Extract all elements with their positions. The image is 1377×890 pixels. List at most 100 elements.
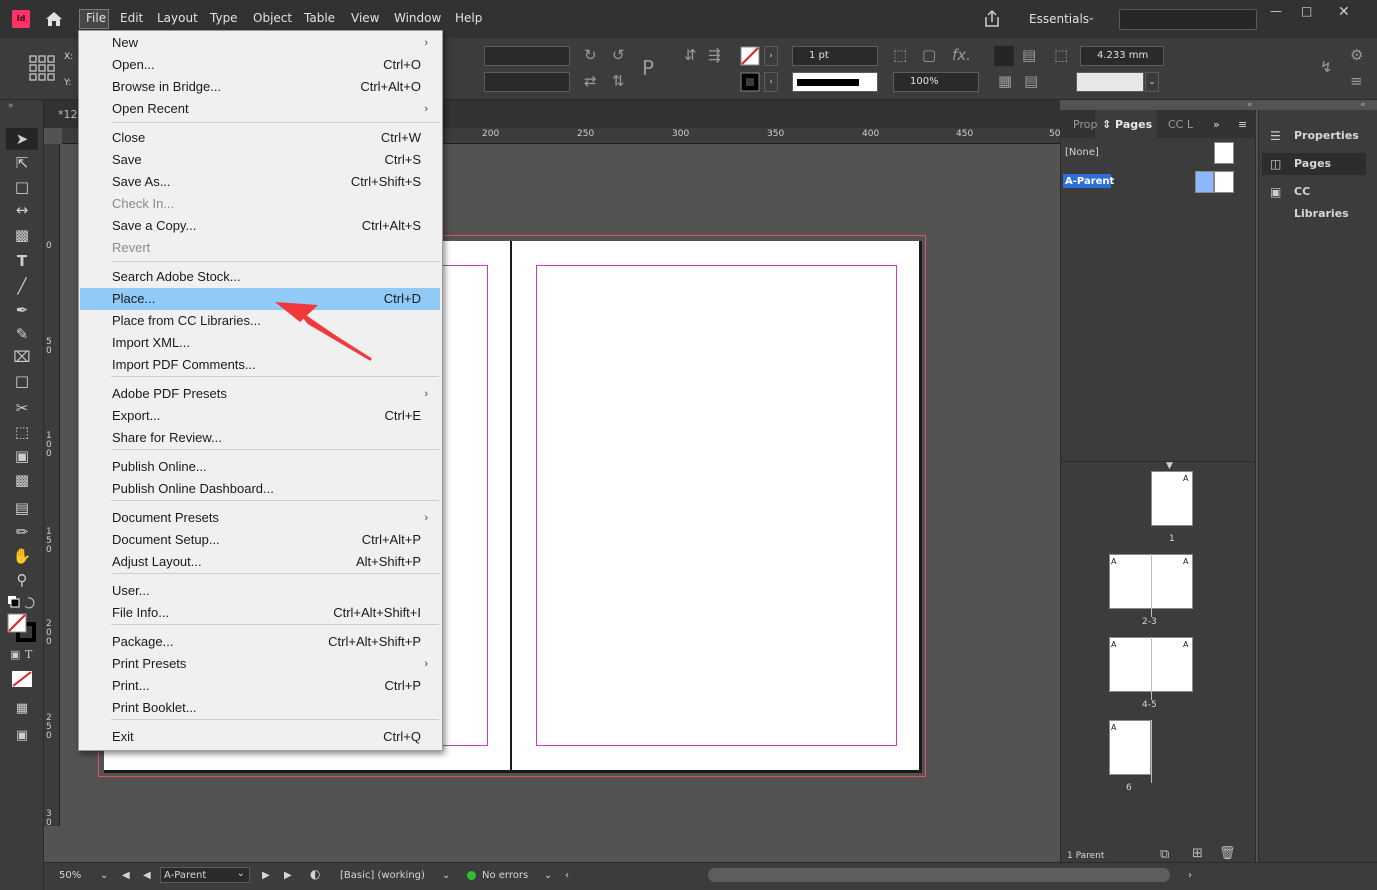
document-tab[interactable]: *12 xyxy=(58,108,78,121)
default-swap-icon[interactable] xyxy=(6,594,38,610)
flip-vertical-icon[interactable]: ⇅ xyxy=(612,72,625,90)
apply-none-icon[interactable] xyxy=(10,669,34,689)
menu-item-open-recent[interactable]: Open Recent › xyxy=(80,98,440,120)
workspace-switcher[interactable]: Essentials xyxy=(1029,12,1089,26)
menu-item-print-presets[interactable]: Print Presets › xyxy=(80,653,440,675)
frame-fitting-icon[interactable]: ⬚ xyxy=(893,46,907,64)
menu-item-import-pdf-comments[interactable]: Import PDF Comments... xyxy=(80,354,440,376)
page-select[interactable]: A-Parent ⌄ xyxy=(160,867,250,883)
rotation-field[interactable] xyxy=(484,46,570,66)
menu-item-new[interactable]: New › xyxy=(80,32,440,54)
hand-tool-icon[interactable]: ✋ xyxy=(10,546,34,566)
menu-item-save[interactable]: Save Ctrl+S xyxy=(80,149,440,171)
pencil-tool-icon[interactable]: ✎ xyxy=(10,324,34,344)
gear-icon[interactable]: ⚙ xyxy=(1350,46,1363,64)
chevron-down-icon[interactable]: ⌄ xyxy=(1087,12,1095,23)
menu-item-import-xml[interactable]: Import XML... xyxy=(80,332,440,354)
line-tool-icon[interactable]: ╱ xyxy=(10,276,34,296)
tab-properties[interactable]: Prop xyxy=(1073,118,1097,131)
menu-layout[interactable]: Layout xyxy=(157,11,198,25)
eyedropper-tool-icon[interactable]: ✏ xyxy=(10,522,34,542)
dock-pages[interactable]: ◫ Pages xyxy=(1262,153,1366,175)
auto-fit-icon[interactable]: ▦ xyxy=(998,72,1012,90)
parent-none[interactable]: [None] xyxy=(1065,147,1099,158)
chevron-down-icon[interactable]: ⌄ xyxy=(544,870,552,881)
note-tool-icon[interactable]: ▤ xyxy=(10,498,34,518)
close-icon[interactable]: ✕ xyxy=(1338,4,1350,20)
panel-menu-icon[interactable]: ≡ xyxy=(1238,118,1247,131)
dock-properties[interactable]: ☰ Properties xyxy=(1262,125,1366,147)
parent-a-thumb-left[interactable] xyxy=(1195,171,1214,193)
menu-item-print-booklet[interactable]: Print Booklet... xyxy=(80,697,440,719)
effects-icon[interactable]: fx. xyxy=(952,46,971,64)
horizontal-scrollbar[interactable] xyxy=(708,868,1170,882)
shear-field[interactable] xyxy=(484,72,570,92)
menu-file[interactable]: File xyxy=(86,11,106,25)
menu-item-close[interactable]: Close Ctrl+W xyxy=(80,127,440,149)
minimize-icon[interactable]: — xyxy=(1270,4,1282,18)
menu-item-print[interactable]: Print... Ctrl+P xyxy=(80,675,440,697)
menu-item-file-info[interactable]: File Info... Ctrl+Alt+Shift+I xyxy=(80,602,440,624)
screen-mode-icon[interactable]: ▣ xyxy=(10,726,34,746)
home-icon[interactable] xyxy=(44,9,64,29)
text-wrap-none-icon[interactable] xyxy=(994,46,1014,66)
content-fit-icon[interactable]: ▢ xyxy=(922,46,936,64)
fill-dropdown[interactable]: › xyxy=(764,46,778,66)
menu-item-user[interactable]: User... xyxy=(80,580,440,602)
scissors-tool-icon[interactable]: ✂ xyxy=(10,398,34,418)
menu-type[interactable]: Type xyxy=(210,11,238,25)
lightning-icon[interactable]: ↯ xyxy=(1320,58,1333,76)
stroke-type-select[interactable] xyxy=(792,72,878,92)
menu-item-save-as[interactable]: Save As... Ctrl+Shift+S xyxy=(80,171,440,193)
more-tabs-icon[interactable]: » xyxy=(1213,118,1220,131)
tab-cc-libraries[interactable]: CC L xyxy=(1168,118,1193,131)
align-bottom-icon[interactable]: ▤ xyxy=(1024,72,1038,90)
view-mode-icon[interactable]: ▦ xyxy=(10,699,34,719)
rectangle-frame-tool-icon[interactable]: ⌧ xyxy=(10,347,34,367)
preflight-icon[interactable]: ◐ xyxy=(310,867,320,881)
menu-item-save-a-copy[interactable]: Save a Copy... Ctrl+Alt+S xyxy=(80,215,440,237)
dock-cc-libraries[interactable]: ▣ CC Libraries xyxy=(1262,181,1366,220)
direct-selection-tool-icon[interactable]: ⇱ xyxy=(10,153,34,173)
menu-item-export[interactable]: Export... Ctrl+E xyxy=(80,405,440,427)
zoom-dropdown-icon[interactable]: ⌄ xyxy=(100,870,108,881)
stroke-weight-field[interactable]: 1 pt xyxy=(792,46,878,66)
scroll-right-icon[interactable]: › xyxy=(1188,870,1192,881)
menu-table[interactable]: Table xyxy=(304,11,335,25)
free-transform-tool-icon[interactable]: ⬚ xyxy=(10,422,34,442)
align-icon[interactable]: ⇶ xyxy=(708,46,721,64)
menu-item-document-presets[interactable]: Document Presets › xyxy=(80,507,440,529)
distribute-icon[interactable]: ⇵ xyxy=(684,46,697,64)
formatting-text-icon[interactable]: T xyxy=(25,648,32,661)
gutter-icon[interactable]: ⬚ xyxy=(1054,46,1068,64)
menu-view[interactable]: View xyxy=(351,11,379,25)
opacity-field[interactable]: 100% xyxy=(893,72,979,92)
text-wrap-bbox-icon[interactable]: ▤ xyxy=(1022,46,1036,64)
chevron-down-icon[interactable]: ⌄ xyxy=(442,870,450,881)
color-select[interactable] xyxy=(1076,72,1144,92)
rotate-ccw-icon[interactable]: ↺ xyxy=(612,46,625,64)
gap-tool-icon[interactable]: ↔ xyxy=(10,200,34,220)
menu-item-adobe-pdf-presets[interactable]: Adobe PDF Presets › xyxy=(80,383,440,405)
collapse-panel-icon[interactable]: « xyxy=(1247,100,1253,110)
menu-window[interactable]: Window xyxy=(394,11,441,25)
page-tool-icon[interactable]: □ xyxy=(10,177,34,197)
menu-item-package[interactable]: Package... Ctrl+Alt+Shift+P xyxy=(80,631,440,653)
collapse-panel-icon[interactable]: » xyxy=(8,101,14,111)
menu-item-document-setup[interactable]: Document Setup... Ctrl+Alt+P xyxy=(80,529,440,551)
delete-page-icon[interactable]: 🗑 xyxy=(1219,846,1236,861)
content-collector-icon[interactable]: ▩ xyxy=(10,225,34,245)
flip-horizontal-icon[interactable]: ⇄ xyxy=(584,72,597,90)
fill-swatch-icon[interactable] xyxy=(740,46,760,66)
parent-a-thumb-right[interactable] xyxy=(1214,171,1234,193)
previous-page-icon[interactable]: ◀ xyxy=(143,870,151,881)
gutter-field[interactable]: 4.233 mm xyxy=(1080,46,1164,66)
menu-item-exit[interactable]: Exit Ctrl+Q xyxy=(80,726,440,748)
menu-item-search-adobe-stock[interactable]: Search Adobe Stock... xyxy=(80,266,440,288)
panel-menu-icon[interactable]: ≡ xyxy=(1350,72,1363,90)
color-dropdown[interactable]: ⌄ xyxy=(1145,72,1159,92)
select-container-icon[interactable]: P xyxy=(642,56,654,80)
scroll-left-icon[interactable]: ‹ xyxy=(565,870,569,881)
stroke-swatch-icon[interactable] xyxy=(740,72,760,92)
pen-tool-icon[interactable]: ✒ xyxy=(10,300,34,320)
